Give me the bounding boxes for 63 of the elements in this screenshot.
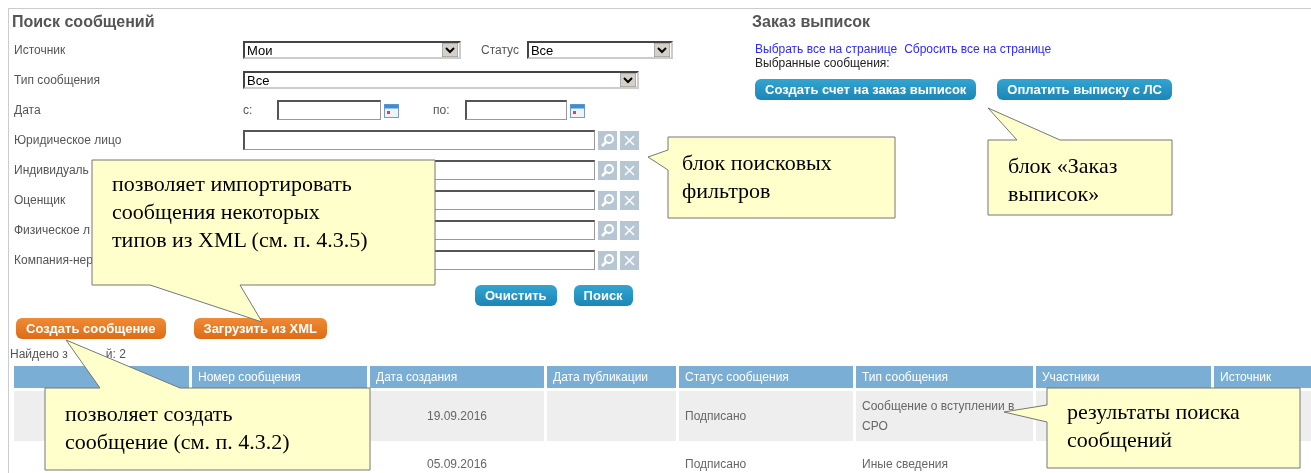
calendar-icon[interactable] bbox=[384, 102, 399, 118]
type-dropdown[interactable]: Все bbox=[243, 71, 639, 89]
field-label: с: bbox=[243, 103, 254, 117]
section-title: Поиск сообщений bbox=[12, 13, 156, 32]
link[interactable]: Выбрать все на странице bbox=[755, 42, 898, 56]
close-icon[interactable] bbox=[620, 190, 639, 210]
date-field[interactable] bbox=[277, 100, 381, 120]
search-icon[interactable] bbox=[598, 190, 617, 210]
section-title: Заказ выписок bbox=[752, 13, 872, 32]
search-icon[interactable] bbox=[598, 250, 617, 270]
field-label: Индивидуаль bbox=[13, 163, 90, 177]
column-header[interactable]: Участники bbox=[1036, 366, 1211, 388]
callout-text: результаты поиска сообщений bbox=[1067, 398, 1240, 454]
column-header[interactable]: Номер сообщения bbox=[192, 366, 367, 388]
source-dropdown[interactable]: Мои bbox=[243, 41, 461, 59]
close-icon[interactable] bbox=[620, 160, 639, 180]
link[interactable]: Сбросить все на странице bbox=[904, 42, 1052, 56]
column-header[interactable]: Тип сообщения bbox=[856, 366, 1033, 388]
order-button[interactable]: Оплатить выписку с ЛС bbox=[997, 79, 1172, 100]
field-label: Дата bbox=[13, 103, 42, 117]
table-cell: Иные сведения bbox=[862, 457, 949, 471]
field-label: Тип сообщения bbox=[13, 73, 101, 87]
callout-text: позволяет импортировать сообщения некоторых типов из XML (см. п. 4.3.5) bbox=[112, 170, 368, 254]
callout-text: блок поисковых фильтров bbox=[682, 149, 832, 205]
form-button[interactable]: Очистить bbox=[475, 285, 557, 306]
table-cell: 05.09.2016 bbox=[426, 457, 488, 471]
status-dropdown[interactable]: Все bbox=[526, 41, 673, 59]
column-header[interactable]: Дата публикации bbox=[547, 366, 676, 388]
order-button[interactable]: Создать счет на заказ выписок bbox=[755, 79, 977, 100]
field-label: по: bbox=[433, 103, 451, 117]
callout-text: позволяет создать сообщение (см. п. 4.3.2) bbox=[65, 400, 290, 456]
field-label: Физическое л bbox=[13, 223, 92, 237]
table-cell: Подписано bbox=[685, 409, 747, 423]
field-label: Юридическое лицо bbox=[13, 133, 123, 147]
field-label: Источник bbox=[13, 43, 67, 57]
form-button[interactable]: Поиск bbox=[573, 285, 633, 306]
field-label: Компания-нер bbox=[13, 253, 94, 267]
input-field[interactable] bbox=[243, 130, 595, 150]
close-icon[interactable] bbox=[620, 130, 639, 150]
table-cell: 19.09.2016 bbox=[426, 409, 488, 423]
caret-icon bbox=[620, 73, 636, 87]
search-icon[interactable] bbox=[598, 130, 617, 150]
found-count: й: 2 bbox=[105, 347, 126, 363]
caret-icon bbox=[442, 43, 458, 57]
found-count: Найдено з bbox=[10, 347, 68, 363]
action-button[interactable]: Загрузить из XML bbox=[193, 318, 328, 339]
date-field[interactable] bbox=[465, 100, 567, 120]
close-icon[interactable] bbox=[620, 220, 639, 240]
column-header[interactable]: Статус сообщения bbox=[679, 366, 853, 388]
column-header[interactable]: Источник bbox=[1214, 366, 1311, 388]
field-label: Статус bbox=[481, 43, 519, 57]
field-label: Оценщик bbox=[13, 193, 67, 207]
callout-text: блок «Заказ выписок» bbox=[1008, 152, 1118, 208]
column-header[interactable]: Дата создания bbox=[370, 366, 544, 388]
table-cell: Подписано bbox=[685, 457, 747, 471]
selected-label: Выбранные сообщения: bbox=[754, 56, 891, 70]
caret-icon bbox=[653, 43, 670, 57]
calendar-icon[interactable] bbox=[570, 102, 585, 118]
search-icon[interactable] bbox=[598, 160, 617, 180]
table-cell: Сообщение о вступлении в СРО bbox=[862, 399, 1015, 433]
action-button[interactable]: Создать сообщение bbox=[16, 318, 166, 339]
close-icon[interactable] bbox=[620, 250, 639, 270]
search-icon[interactable] bbox=[598, 220, 617, 240]
